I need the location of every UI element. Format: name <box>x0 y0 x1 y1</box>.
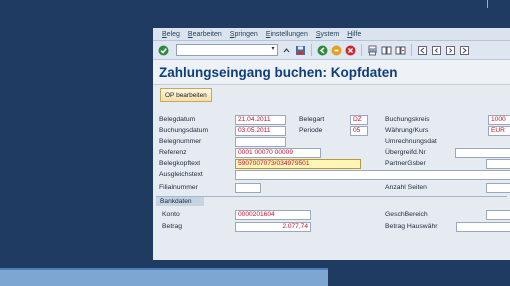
header-form: Belegdatum 21.04.2011 Belegart DZ Buchun… <box>153 112 510 260</box>
menu-system[interactable]: System <box>316 31 339 38</box>
prev-page-icon[interactable] <box>431 45 442 56</box>
standard-toolbar: ▾ <box>153 41 510 60</box>
menu-bearbeiten[interactable]: Bearbeiten <box>188 31 222 38</box>
betrag-label: Betrag <box>162 223 183 230</box>
bankdaten-group: Bankdaten Konto 0000201604 GeschBereich … <box>156 196 510 237</box>
print-icon[interactable] <box>367 45 378 56</box>
betrag-hauswaehr-field[interactable] <box>456 222 510 232</box>
anzahl-seiten-label: Anzahl Seiten <box>385 184 427 191</box>
waehrung-field[interactable]: EUR <box>488 126 510 136</box>
belegkopftext-label: Belegkopftext <box>159 160 201 167</box>
find-next-icon[interactable] <box>395 45 406 56</box>
referenz-field[interactable]: 0001 00070 00009 <box>235 148 321 158</box>
menu-beleg[interactable]: Beleg <box>162 31 180 38</box>
first-page-icon[interactable] <box>417 45 428 56</box>
cancel-icon[interactable] <box>345 45 356 56</box>
uebergreifd-label: Übergreifd.Nr <box>385 149 426 156</box>
menu-bar: Beleg Bearbeiten Springen Einstellungen … <box>153 28 510 41</box>
waehrung-label: Währung/Kurs <box>385 127 429 134</box>
belegnummer-field[interactable] <box>235 137 286 147</box>
umrechnungsdat-label: Umrechnungsdat <box>385 138 437 145</box>
belegkopftext-field[interactable]: 5907007073/034979501 <box>235 159 361 169</box>
save-icon[interactable] <box>295 45 306 56</box>
buchungskreis-label: Buchungskreis <box>385 116 430 123</box>
decorative-line <box>487 0 488 8</box>
belegnummer-label: Belegnummer <box>159 138 202 145</box>
command-field[interactable]: ▾ <box>176 44 278 56</box>
partnergsber-label: PartnerGsber <box>385 160 426 167</box>
belegdatum-label: Belegdatum <box>159 116 196 123</box>
referenz-label: Referenz <box>159 149 187 156</box>
periode-field[interactable]: 05 <box>350 126 368 136</box>
partnergsber-field[interactable] <box>486 159 510 169</box>
betrag-hauswaehr-label: Betrag Hauswähr <box>385 223 438 230</box>
konto-field[interactable]: 0000201604 <box>235 210 311 220</box>
ok-check-icon[interactable] <box>157 44 169 56</box>
chevron-down-icon[interactable]: ▾ <box>270 46 276 53</box>
belegart-label: Belegart <box>299 116 325 123</box>
betrag-field[interactable]: 2.077,74 <box>235 222 311 232</box>
belegart-field[interactable]: DZ <box>350 115 368 125</box>
back-icon[interactable] <box>317 45 328 56</box>
belegdatum-field[interactable]: 21.04.2011 <box>235 115 286 125</box>
buchungsdatum-field[interactable]: 03.05.2011 <box>235 126 286 136</box>
collapse-icon[interactable] <box>281 45 292 56</box>
filialnummer-field[interactable] <box>235 183 261 193</box>
geschbereich-field[interactable] <box>486 210 510 220</box>
find-icon[interactable] <box>381 45 392 56</box>
periode-label: Periode <box>299 127 323 134</box>
bankdaten-title: Bankdaten <box>156 197 204 206</box>
ausgleichstext-label: Ausgleichstext <box>159 171 203 178</box>
exit-icon[interactable] <box>331 45 342 56</box>
sap-window: Beleg Bearbeiten Springen Einstellungen … <box>153 28 510 260</box>
menu-hilfe[interactable]: Hilfe <box>347 31 361 38</box>
buchungsdatum-label: Buchungsdatum <box>159 127 209 134</box>
ausgleichstext-field[interactable] <box>235 170 510 180</box>
next-page-icon[interactable] <box>445 45 456 56</box>
filialnummer-label: Filialnummer <box>159 184 198 191</box>
application-toolbar: OP bearbeiten <box>153 85 510 105</box>
buchungskreis-field[interactable]: 1000 <box>488 115 510 125</box>
op-bearbeiten-button[interactable]: OP bearbeiten <box>160 88 212 102</box>
konto-label: Konto <box>162 211 180 218</box>
uebergreifd-field[interactable] <box>455 148 510 158</box>
menu-springen[interactable]: Springen <box>230 31 258 38</box>
menu-einstellungen[interactable]: Einstellungen <box>266 31 308 38</box>
page-title: Zahlungseingang buchen: Kopfdaten <box>153 60 510 85</box>
last-page-icon[interactable] <box>459 45 470 56</box>
geschbereich-label: GeschBereich <box>385 211 428 218</box>
taskbar <box>0 270 328 286</box>
anzahl-seiten-field[interactable] <box>486 183 510 193</box>
